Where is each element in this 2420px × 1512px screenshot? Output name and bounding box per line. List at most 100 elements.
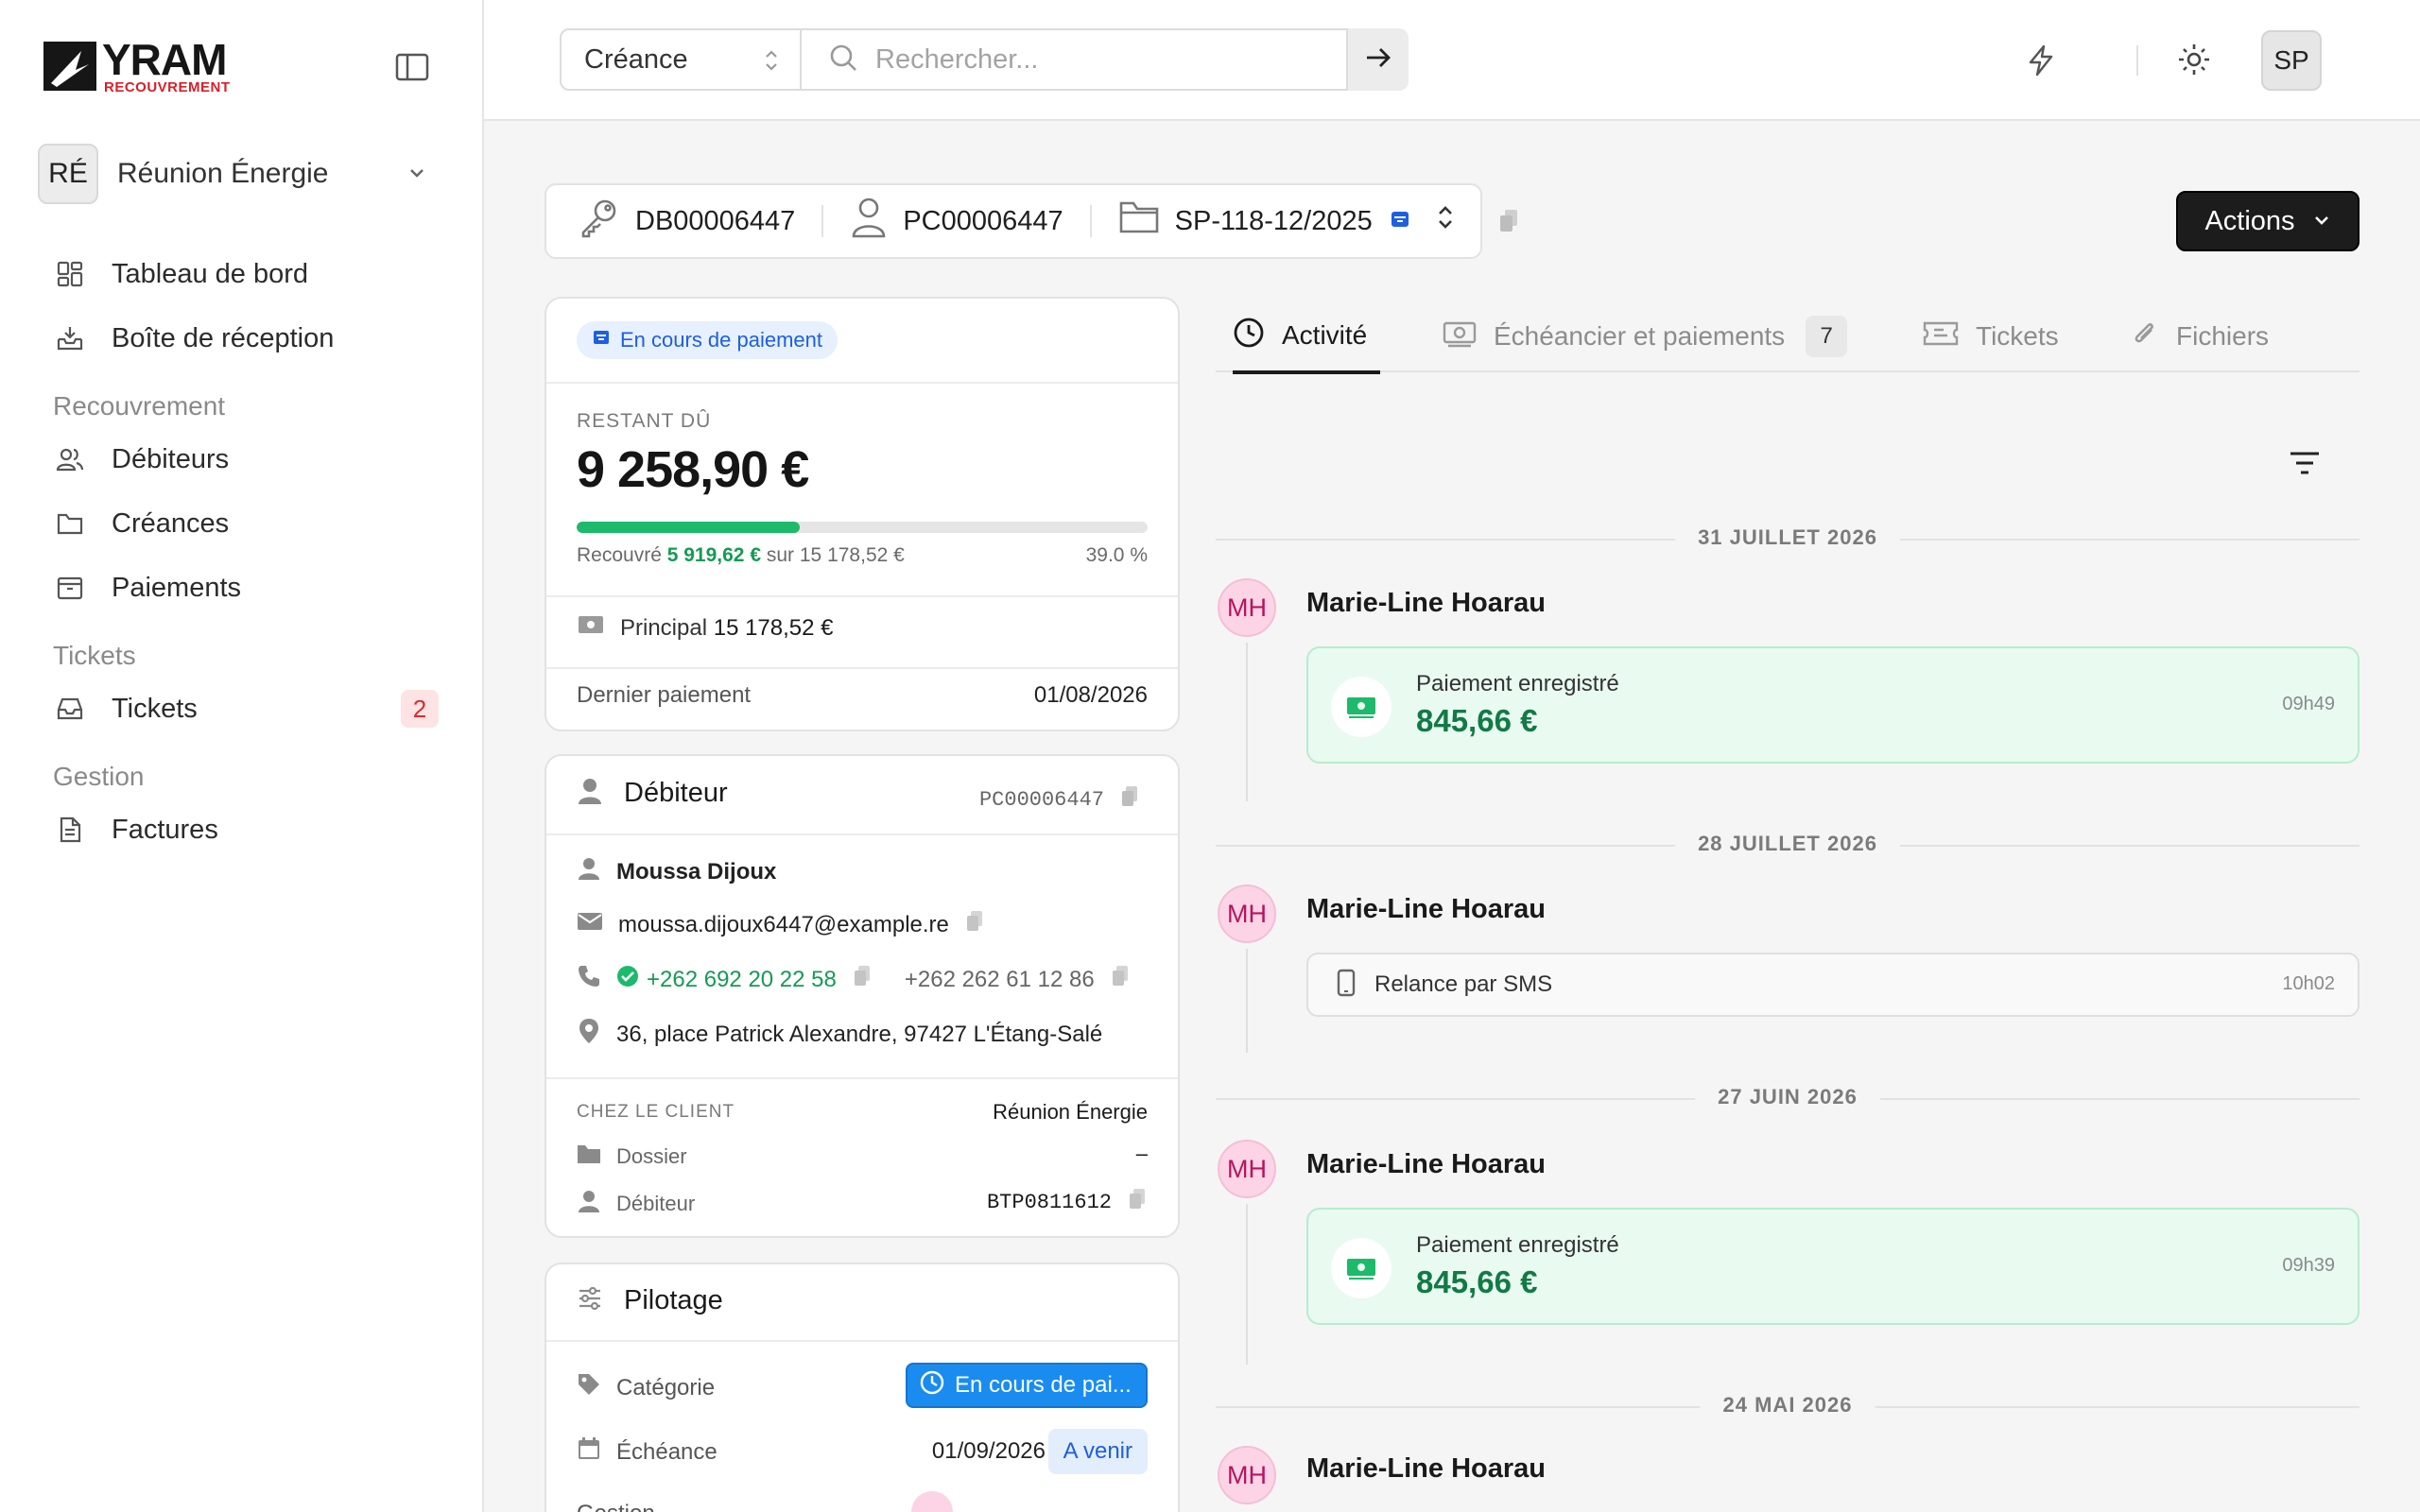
debtor-ref: PC00006447: [979, 784, 1140, 816]
wallet-tag-icon: [1390, 206, 1410, 237]
filter-icon[interactable]: [2288, 448, 2322, 483]
verified-check-icon: [616, 965, 639, 994]
principal-row: Principal 15 178,52 €: [577, 612, 834, 644]
client-debiteur-row: Débiteur: [577, 1189, 695, 1219]
sidebar-item-label: Débiteurs: [112, 443, 230, 474]
copy-icon[interactable]: [964, 909, 985, 940]
last-payment-date: 01/08/2026: [1033, 682, 1148, 708]
due-row: Échéance: [577, 1436, 717, 1468]
manager-avatar[interactable]: [911, 1491, 953, 1512]
activity-sms-card[interactable]: Relance par SMS 10h02: [1306, 953, 2360, 1017]
detail-tabs: Activité Échéancier et paiements 7 Ticke…: [1216, 301, 2360, 374]
paperclip-icon: [2129, 317, 2159, 357]
recovered-mid: sur: [766, 544, 795, 566]
debtor-ref-code: PC00006447: [978, 788, 1104, 812]
tab-files[interactable]: Fichiers: [2129, 301, 2269, 372]
dashboard-icon: [53, 257, 87, 291]
activity-user-avatar: MH: [1218, 1446, 1276, 1504]
activity-time: 09h49: [2282, 694, 2335, 714]
status-badge: En cours de paiement: [577, 321, 838, 359]
sidebar: YRAM RECOUVREMENT RÉ Réunion Énergie Tab…: [0, 0, 484, 1512]
debtor-card-title: Débiteur: [624, 778, 728, 808]
actions-menu-button[interactable]: Actions: [2176, 191, 2360, 251]
debtor-ref[interactable]: DB00006447: [579, 197, 795, 246]
debtor-address: 36, place Patrick Alexandre, 97427 L'Éta…: [616, 1021, 1103, 1047]
file-ref[interactable]: SP-118-12/2025: [1118, 199, 1456, 243]
user-icon: [577, 1189, 601, 1219]
search-scope-select[interactable]: Créance: [560, 28, 802, 91]
bolt-icon[interactable]: [2025, 43, 2057, 82]
activity-user-name: Marie-Line Hoarau: [1306, 588, 1546, 618]
search-submit-button[interactable]: [1348, 28, 1409, 91]
ref-divider: [821, 205, 824, 237]
search-scope-value: Créance: [584, 43, 688, 75]
ref-divider: [1089, 205, 1092, 237]
sidebar-toggle-icon[interactable]: [395, 53, 429, 81]
sidebar-item-debtors[interactable]: Débiteurs: [38, 433, 439, 486]
activity-amount: 845,66 €: [1416, 1264, 1538, 1299]
sidebar-item-payments[interactable]: Paiements: [38, 561, 439, 614]
timeline-line: [1246, 1204, 1248, 1365]
copy-icon[interactable]: [1119, 784, 1140, 816]
sidebar-item-label: Tickets: [112, 693, 198, 724]
sidebar-item-dashboard[interactable]: Tableau de bord: [38, 248, 439, 301]
debtor-card: Débiteur PC00006447 Moussa Dijoux moussa…: [544, 754, 1180, 1238]
activity-user-name: Marie-Line Hoarau: [1306, 1453, 1546, 1484]
category-select-button[interactable]: En cours de pai...: [906, 1363, 1148, 1408]
tab-schedule-payments[interactable]: Échéancier et paiements 7: [1443, 301, 1848, 372]
key-icon: [579, 197, 620, 246]
updown-chevron-icon: [762, 45, 781, 83]
sidebar-item-inbox[interactable]: Boîte de réception: [38, 312, 439, 365]
category-row: Catégorie: [577, 1372, 715, 1403]
divider: [546, 1340, 1178, 1342]
activity-date: 24 MAI 2026: [1700, 1393, 1876, 1418]
activity-date-separator: 28 JUILLET 2026: [1216, 832, 2360, 856]
remaining-label: RESTANT DÛ: [577, 410, 712, 432]
debtor-phone-verified[interactable]: +262 692 20 22 58: [647, 967, 837, 993]
activity-label: Relance par SMS: [1374, 971, 1553, 997]
sidebar-item-tickets[interactable]: Tickets 2: [38, 682, 439, 735]
folder-icon: [1118, 199, 1160, 243]
debtor-email[interactable]: moussa.dijoux6447@example.re: [618, 912, 949, 938]
sidebar-item-label: Paiements: [112, 572, 242, 603]
debtor-card-header: Débiteur: [577, 777, 728, 810]
sun-icon[interactable]: [2176, 42, 2212, 82]
debtor-ref-value: DB00006447: [635, 205, 796, 236]
sidebar-item-invoices[interactable]: Factures: [38, 803, 439, 856]
location-pin-icon: [577, 1017, 601, 1052]
sidebar-item-claims[interactable]: Créances: [38, 497, 439, 550]
file-icon: [53, 813, 87, 847]
tab-activity[interactable]: Activité: [1233, 301, 1381, 374]
tag-icon: [577, 1372, 601, 1403]
copy-icon[interactable]: [1127, 1187, 1148, 1218]
tab-tickets[interactable]: Tickets: [1923, 301, 2059, 372]
chevron-down-icon: [406, 163, 427, 188]
activity-date-separator: 27 JUIN 2026: [1216, 1085, 2360, 1109]
dossier-label: Dossier: [616, 1144, 687, 1168]
debiteur-label: Débiteur: [616, 1192, 696, 1215]
wallet-icon: [53, 571, 87, 605]
brand-name: YRAM: [102, 35, 227, 84]
client-debiteur-value: BTP0811612: [987, 1187, 1148, 1218]
updown-chevron-icon[interactable]: [1435, 202, 1456, 240]
debtor-phone-alt[interactable]: +262 262 61 12 86: [905, 967, 1095, 993]
due-label: Échéance: [616, 1438, 717, 1465]
org-switcher[interactable]: RÉ Réunion Énergie: [38, 144, 439, 204]
debtor-email-row: moussa.dijoux6447@example.re: [577, 909, 985, 940]
activity-payment-card[interactable]: Paiement enregistré 845,66 € 09h39: [1306, 1208, 2360, 1325]
copy-icon[interactable]: [1497, 208, 1520, 239]
clock-icon: [919, 1369, 945, 1402]
debtor-name-row: Moussa Dijoux: [577, 856, 776, 887]
activity-date: 27 JUIN 2026: [1695, 1085, 1880, 1109]
copy-icon[interactable]: [1110, 964, 1131, 995]
activity-payment-card[interactable]: Paiement enregistré 845,66 € 09h49: [1306, 646, 2360, 764]
brand-logo[interactable]: YRAM RECOUVREMENT: [43, 38, 231, 94]
copy-icon[interactable]: [852, 964, 873, 995]
nav-section-title: Recouvrement: [53, 391, 226, 421]
user-avatar[interactable]: SP: [2261, 30, 2322, 91]
search-input[interactable]: [875, 43, 1310, 76]
person-ref[interactable]: PC00006447: [850, 197, 1063, 246]
recovered-summary: Recouvré 5 919,62 € sur 15 178,52 €: [577, 544, 905, 567]
activity-time: 10h02: [2282, 973, 2335, 994]
mail-icon: [577, 911, 603, 938]
